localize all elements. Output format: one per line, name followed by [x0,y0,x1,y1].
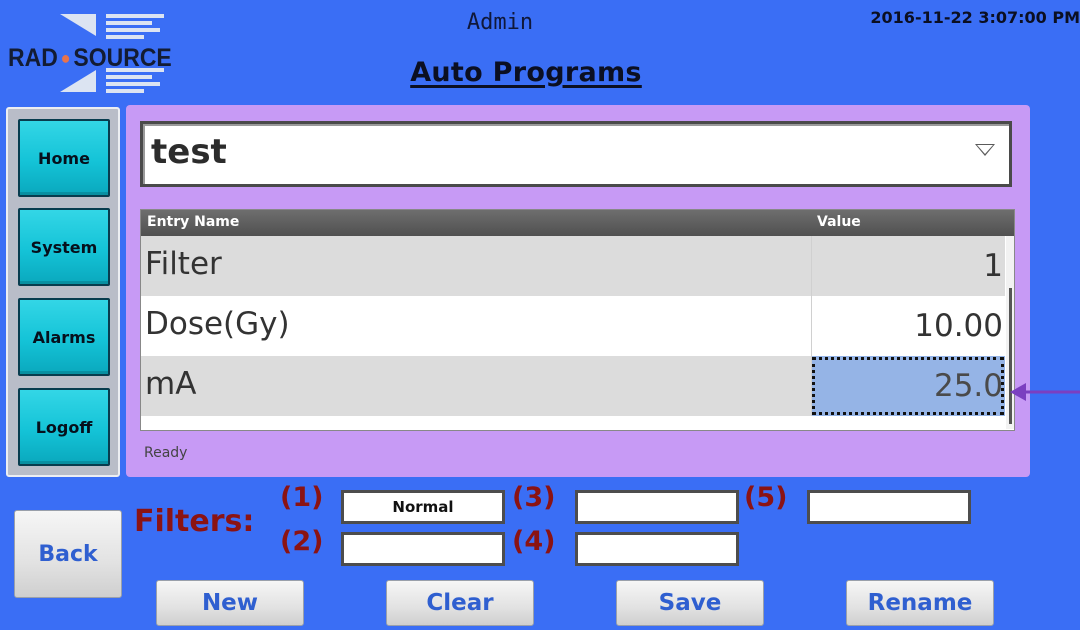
back-button[interactable]: Back [14,510,122,598]
filter-3-number: (3) [512,482,556,513]
page-title: Auto Programs [410,57,642,88]
filter-4-field[interactable] [575,532,739,566]
brand-left: RAD [8,44,58,72]
status-text: Ready [144,445,188,461]
nav-alarms-button[interactable]: Alarms [18,298,110,376]
entries-grid: Entry Name Value Filter 1 Dose(Gy) 10.00… [140,209,1015,431]
column-header-value[interactable]: Value [817,214,861,230]
cell-entry-name: Filter [145,246,222,282]
grid-row-filter[interactable]: Filter 1 [141,236,1005,296]
cell-entry-name: Dose(Gy) [145,306,290,342]
logo-dot-icon: ● [60,48,71,68]
filter-2-number: (2) [280,526,324,557]
rad-source-logo: RAD ● SOURCE [8,10,230,96]
grid-header: Entry Name Value [141,210,1014,236]
filter-2-field[interactable] [341,532,505,566]
brand-right: SOURCE [73,44,172,72]
triangle-down-icon[interactable] [975,144,995,156]
cell-value[interactable]: 10.00 [811,296,1005,356]
rename-button[interactable]: Rename [846,580,994,626]
filters-label: Filters: [134,504,255,539]
program-panel: test Entry Name Value Filter 1 Dose(Gy) … [126,105,1030,477]
filter-3-field[interactable] [575,490,739,524]
nav-logoff-button[interactable]: Logoff [18,388,110,466]
user-role: Admin [466,10,534,35]
filter-4-number: (4) [512,526,556,557]
grid-row-dose[interactable]: Dose(Gy) 10.00 [141,296,1005,356]
program-dropdown-value: test [151,132,227,172]
side-nav: Home System Alarms Logoff [6,107,120,477]
filter-5-number: (5) [744,482,788,513]
cell-value-selected[interactable]: 25.0 [811,356,1005,416]
arrow-left-icon [1010,383,1080,401]
save-button[interactable]: Save [616,580,764,626]
filter-5-field[interactable] [807,490,971,524]
datetime: 2016-11-22 3:07:00 PM [870,8,1080,27]
column-header-entry-name[interactable]: Entry Name [147,214,239,230]
new-button[interactable]: New [156,580,304,626]
filter-1-number: (1) [280,482,324,513]
cell-entry-name: mA [145,366,197,402]
nav-home-button[interactable]: Home [18,119,110,197]
clear-button[interactable]: Clear [386,580,534,626]
grid-row-ma[interactable]: mA 25.0 [141,356,1005,416]
nav-system-button[interactable]: System [18,208,110,286]
program-dropdown[interactable]: test [140,121,1012,187]
filter-1-field[interactable]: Normal [341,490,505,524]
cell-value[interactable]: 1 [811,236,1005,296]
logo-wordmark: RAD ● SOURCE [8,44,172,73]
